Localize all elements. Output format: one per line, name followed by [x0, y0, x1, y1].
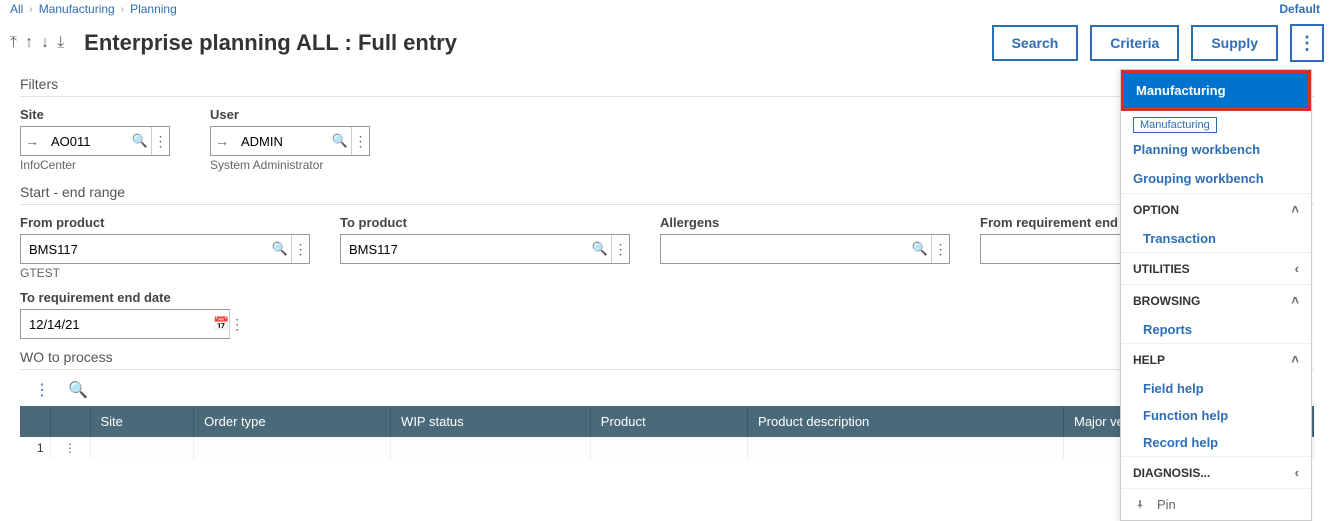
chevron-up-icon: ˄ [1291, 202, 1299, 217]
menu-group-help[interactable]: HELP˄ [1121, 343, 1311, 375]
actions-icon[interactable]: ⋮ [229, 310, 244, 338]
link-arrow-icon[interactable]: → [21, 133, 43, 149]
col-product-desc[interactable]: Product description [748, 406, 1064, 437]
actions-icon[interactable]: ⋮ [151, 127, 169, 155]
cell[interactable] [90, 437, 194, 459]
to-req-input[interactable] [21, 310, 213, 338]
menu-reports[interactable]: Reports [1121, 316, 1311, 343]
col-order-type[interactable]: Order type [194, 406, 391, 437]
supply-button[interactable]: Supply [1191, 25, 1278, 61]
grid-search-icon[interactable]: 🔍 [68, 380, 88, 400]
col-wip-status[interactable]: WIP status [391, 406, 591, 437]
row-number: 1 [20, 437, 50, 459]
search-icon[interactable]: 🔍 [129, 133, 151, 149]
menu-planning-workbench[interactable]: Planning workbench [1121, 135, 1311, 164]
pin-label: Pin [1157, 497, 1176, 512]
cell[interactable] [748, 437, 1064, 459]
link-arrow-icon[interactable]: → [211, 133, 233, 149]
first-record-icon[interactable]: ⤒ [10, 35, 17, 51]
calendar-icon[interactable]: 📅 [213, 316, 229, 332]
chevron-left-icon: ‹ [1295, 261, 1299, 276]
menu-field-help[interactable]: Field help [1121, 375, 1311, 402]
to-req-label: To requirement end date [20, 290, 230, 305]
chevron-left-icon: ‹ [1295, 465, 1299, 480]
site-input[interactable] [43, 127, 129, 155]
chevron-up-icon: ˄ [1291, 293, 1299, 308]
from-product-input[interactable] [21, 235, 269, 263]
title-row: ⤒ ↑ ↓ ⤓ Enterprise planning ALL : Full e… [0, 18, 1334, 68]
last-record-icon[interactable]: ⤓ [57, 35, 64, 51]
actions-icon[interactable]: ⋮ [351, 127, 369, 155]
menu-group-browsing[interactable]: BROWSING˄ [1121, 284, 1311, 316]
allergens-label: Allergens [660, 215, 950, 230]
chevron-up-icon: ˄ [1291, 352, 1299, 367]
default-link[interactable]: Default [1279, 2, 1320, 16]
menu-group-option[interactable]: OPTION˄ [1121, 193, 1311, 225]
user-input[interactable] [233, 127, 329, 155]
search-icon[interactable]: 🔍 [589, 241, 611, 257]
user-input-wrap: → 🔍 ⋮ [210, 126, 370, 156]
col-actions[interactable] [50, 406, 90, 437]
more-actions-button[interactable]: ⋮ [1290, 24, 1324, 62]
grid-actions-icon[interactable]: ⋮ [34, 380, 50, 400]
pin-icon [1133, 498, 1147, 512]
next-record-icon[interactable]: ↓ [41, 35, 49, 51]
to-product-label: To product [340, 215, 630, 230]
user-label: User [210, 107, 370, 122]
menu-function-help[interactable]: Function help [1121, 402, 1311, 429]
actions-icon[interactable]: ⋮ [611, 235, 629, 263]
actions-icon[interactable]: ⋮ [291, 235, 309, 263]
from-product-label: From product [20, 215, 310, 230]
cell[interactable] [391, 437, 591, 459]
record-nav: ⤒ ↑ ↓ ⤓ [10, 35, 64, 51]
site-label: Site [20, 107, 170, 122]
menu-transaction[interactable]: Transaction [1121, 225, 1311, 252]
cell[interactable] [194, 437, 391, 459]
menu-record-help[interactable]: Record help [1121, 429, 1311, 456]
breadcrumb: All › Manufacturing › Planning Default [0, 0, 1334, 18]
allergens-input[interactable] [661, 235, 909, 263]
menu-group-utilities[interactable]: UTILITIES‹ [1121, 252, 1311, 284]
site-sublabel: InfoCenter [20, 158, 170, 172]
col-select[interactable] [20, 406, 50, 437]
menu-pin[interactable]: Pin [1121, 488, 1311, 520]
search-icon[interactable]: 🔍 [269, 241, 291, 257]
menu-header-manufacturing[interactable]: Manufacturing [1121, 70, 1311, 111]
side-menu: Manufacturing Manufacturing Planning wor… [1120, 69, 1312, 521]
search-button[interactable]: Search [992, 25, 1079, 61]
search-icon[interactable]: 🔍 [909, 241, 931, 257]
breadcrumb-planning[interactable]: Planning [130, 2, 177, 16]
to-product-input[interactable] [341, 235, 589, 263]
menu-group-diagnosis[interactable]: DIAGNOSIS...‹ [1121, 456, 1311, 488]
row-actions-icon[interactable]: ⋮ [50, 437, 90, 459]
col-site[interactable]: Site [90, 406, 194, 437]
chevron-right-icon: › [29, 4, 32, 15]
breadcrumb-all[interactable]: All [10, 2, 23, 16]
chevron-right-icon: › [121, 4, 124, 15]
criteria-button[interactable]: Criteria [1090, 25, 1179, 61]
site-input-wrap: → 🔍 ⋮ [20, 126, 170, 156]
prev-record-icon[interactable]: ↑ [25, 35, 33, 51]
col-product[interactable]: Product [590, 406, 747, 437]
breadcrumb-manufacturing[interactable]: Manufacturing [39, 2, 115, 16]
page-title: Enterprise planning ALL : Full entry [84, 30, 457, 56]
from-product-sublabel: GTEST [20, 266, 310, 280]
search-icon[interactable]: 🔍 [329, 133, 351, 149]
cell[interactable] [590, 437, 747, 459]
user-sublabel: System Administrator [210, 158, 370, 172]
actions-icon[interactable]: ⋮ [931, 235, 949, 263]
menu-grouping-workbench[interactable]: Grouping workbench [1121, 164, 1311, 193]
manufacturing-tooltip: Manufacturing [1133, 117, 1217, 133]
